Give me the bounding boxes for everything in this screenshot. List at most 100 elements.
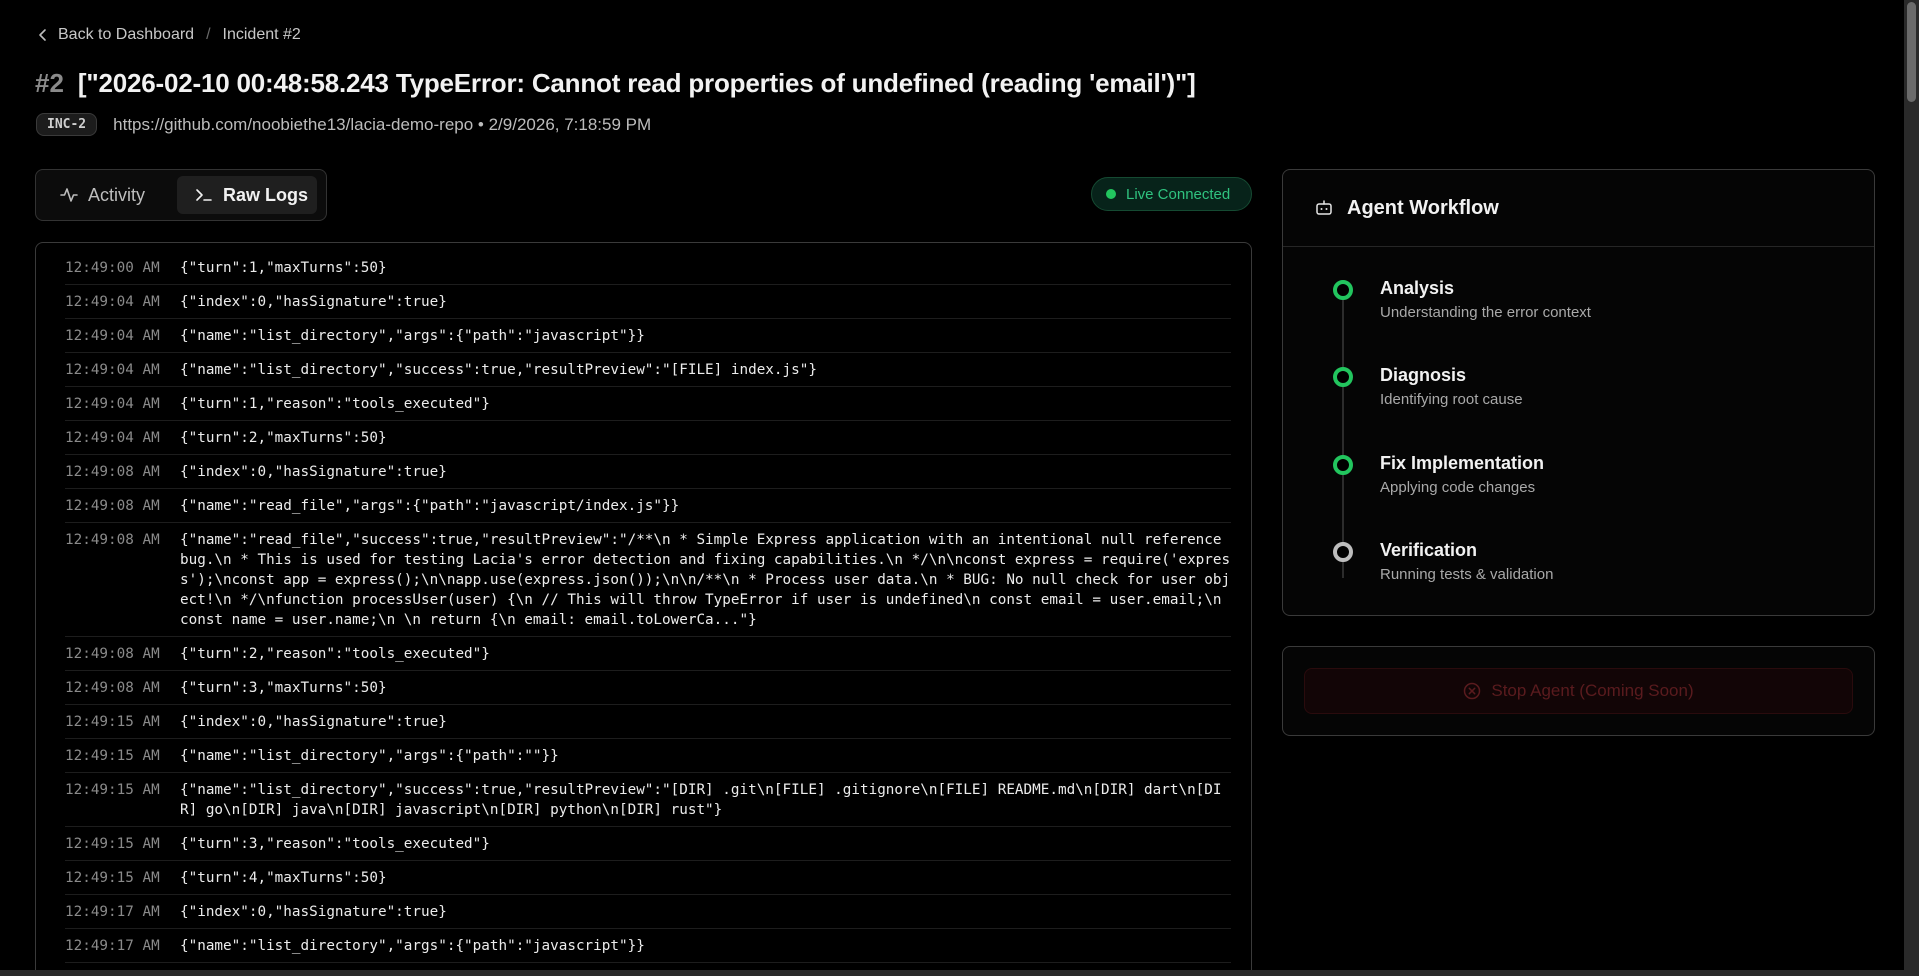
log-timestamp: 12:49:04 AM: [65, 362, 160, 378]
connection-status-label: Live Connected: [1126, 185, 1231, 203]
agent-workflow-header: Agent Workflow: [1283, 170, 1874, 247]
log-timestamp: 12:49:17 AM: [65, 904, 160, 920]
back-to-dashboard-link[interactable]: Back to Dashboard: [58, 26, 194, 44]
log-message: {"index":0,"hasSignature":true}: [180, 294, 447, 310]
status-dot-icon: [1106, 189, 1116, 199]
log-row: 12:49:17 AM {"name":"list_directory","arg…: [65, 929, 1231, 963]
bot-icon: [1316, 200, 1332, 215]
log-row: 12:49:04 AM {"index":0,"hasSignature":tru…: [65, 285, 1231, 319]
log-message: {"turn":4,"maxTurns":50}: [180, 870, 387, 886]
step-title: Analysis: [1380, 278, 1455, 298]
stop-agent-label: Stop Agent (Coming Soon): [1491, 681, 1694, 700]
view-tabs: Activity Raw Logs: [35, 169, 327, 221]
incident-meta: INC-2 https://github.com/noobiethe13/lac…: [36, 113, 651, 136]
log-message: {"turn":3,"reason":"tools_executed"}: [180, 836, 490, 852]
log-timestamp: 12:49:04 AM: [65, 328, 160, 344]
log-row: 12:49:08 AM {"index":0,"hasSignature":tru…: [65, 455, 1231, 489]
tab-raw-logs[interactable]: Raw Logs: [177, 176, 317, 214]
log-timestamp: 12:49:08 AM: [65, 680, 160, 696]
log-timestamp: 12:49:15 AM: [65, 782, 160, 798]
log-timestamp: 12:49:08 AM: [65, 498, 160, 514]
log-timestamp: 12:49:15 AM: [65, 714, 160, 730]
step-title: Verification: [1380, 540, 1478, 560]
terminal-icon: [196, 189, 212, 201]
log-row: 12:49:15 AM {"index":0,"hasSignature":tru…: [65, 705, 1231, 739]
log-message: {"name":"list_directory","args":{"path":…: [180, 748, 559, 764]
log-message: {"turn":2,"maxTurns":50}: [180, 430, 387, 446]
incident-number: #2: [35, 68, 64, 98]
log-message: {"name":"read_file","success":true,"resu…: [180, 532, 1231, 628]
log-timestamp: 12:49:15 AM: [65, 748, 160, 764]
step-title: Fix Implementation: [1380, 453, 1545, 473]
step-complete-icon: [1333, 367, 1353, 387]
step-pending-icon: [1333, 542, 1353, 562]
step-subtitle: Applying code changes: [1380, 479, 1536, 496]
x-circle-icon: [1464, 682, 1481, 700]
log-message: {"index":0,"hasSignature":true}: [180, 904, 447, 920]
page-title: #2 ["2026-02-10 00:48:58.243 TypeError: …: [35, 68, 1196, 99]
log-timestamp: 12:49:08 AM: [65, 532, 160, 548]
incident-title: ["2026-02-10 00:48:58.243 TypeError: Can…: [77, 68, 1196, 98]
log-message: {"name":"list_directory","success":true,…: [180, 782, 1222, 818]
stop-agent-button[interactable]: Stop Agent (Coming Soon): [1304, 668, 1853, 714]
step-title: Diagnosis: [1380, 365, 1467, 385]
breadcrumb: Back to Dashboard / Incident #2: [36, 26, 301, 44]
log-timestamp: 12:49:17 AM: [65, 938, 160, 954]
log-list: 12:49:00 AM {"turn":1,"maxTurns":50} 12:49…: [65, 251, 1231, 976]
log-row: 12:49:17 AM {"index":0,"hasSignature":tru…: [65, 895, 1231, 929]
log-timestamp: 12:49:15 AM: [65, 836, 160, 852]
log-row: 12:49:04 AM {"turn":2,"maxTurns":50}: [65, 421, 1231, 455]
log-message: {"turn":1,"maxTurns":50}: [180, 260, 387, 276]
log-message: {"name":"read_file","args":{"path":"java…: [180, 498, 680, 514]
log-row: 12:49:04 AM {"name":"list_directory","arg…: [65, 319, 1231, 353]
activity-icon: [60, 188, 78, 202]
log-row: 12:49:00 AM {"turn":1,"maxTurns":50}: [65, 251, 1231, 285]
incident-id-badge: INC-2: [36, 113, 98, 136]
log-message: {"turn":1,"reason":"tools_executed"}: [180, 396, 490, 412]
incident-meta-text: https://github.com/noobiethe13/lacia-dem…: [113, 114, 652, 134]
breadcrumb-separator: /: [206, 26, 211, 43]
timeline-line: [1342, 286, 1344, 578]
incident-page: Back to Dashboard / Incident #2 #2 ["202…: [0, 0, 1904, 976]
log-message: {"name":"list_directory","success":true,…: [180, 362, 817, 378]
log-message: {"index":0,"hasSignature":true}: [180, 464, 447, 480]
scrollbar-thumb[interactable]: [1907, 2, 1916, 102]
connection-status-badge: Live Connected: [1091, 177, 1252, 211]
log-row: 12:49:08 AM {"name":"read_file","args":{"…: [65, 489, 1231, 523]
step-subtitle: Running tests & validation: [1380, 566, 1554, 583]
breadcrumb-current: Incident #2: [222, 26, 301, 43]
window-bottom-edge: [0, 970, 1904, 976]
log-message: {"turn":2,"reason":"tools_executed"}: [180, 646, 490, 662]
log-row: 12:49:15 AM {"turn":3,"reason":"tools_exe…: [65, 827, 1231, 861]
raw-logs-panel[interactable]: 12:49:00 AM {"turn":1,"maxTurns":50} 12:49…: [35, 242, 1252, 976]
log-row: 12:49:08 AM {"turn":3,"maxTurns":50}: [65, 671, 1231, 705]
log-row: 12:49:04 AM {"turn":1,"reason":"tools_exe…: [65, 387, 1231, 421]
step-subtitle: Understanding the error context: [1380, 304, 1591, 321]
log-timestamp: 12:49:15 AM: [65, 870, 160, 886]
log-row: 12:49:04 AM {"name":"list_directory","suc…: [65, 353, 1231, 387]
log-timestamp: 12:49:00 AM: [65, 260, 160, 276]
step-complete-icon: [1333, 280, 1353, 300]
log-timestamp: 12:49:04 AM: [65, 430, 160, 446]
log-message: {"turn":3,"maxTurns":50}: [180, 680, 387, 696]
log-timestamp: 12:49:04 AM: [65, 396, 160, 412]
log-row: 12:49:08 AM {"name":"read_file","success"…: [65, 523, 1231, 637]
log-row: 12:49:15 AM {"turn":4,"maxTurns":50}: [65, 861, 1231, 895]
log-timestamp: 12:49:04 AM: [65, 294, 160, 310]
log-timestamp: 12:49:08 AM: [65, 646, 160, 662]
log-row: 12:49:15 AM {"name":"list_directory","suc…: [65, 773, 1231, 827]
page-scrollbar[interactable]: [1904, 0, 1919, 976]
step-complete-icon: [1333, 455, 1353, 475]
log-message: {"index":0,"hasSignature":true}: [180, 714, 447, 730]
log-timestamp: 12:49:08 AM: [65, 464, 160, 480]
log-message: {"name":"list_directory","args":{"path":…: [180, 938, 645, 954]
agent-workflow-title: Agent Workflow: [1347, 196, 1499, 219]
log-row: 12:49:15 AM {"name":"list_directory","arg…: [65, 739, 1231, 773]
log-row: 12:49:08 AM {"turn":2,"reason":"tools_exe…: [65, 637, 1231, 671]
chevron-left-icon: [39, 29, 46, 41]
tab-activity-label: Activity: [88, 184, 146, 205]
tab-raw-logs-label: Raw Logs: [223, 184, 309, 205]
agent-controls-card: Stop Agent (Coming Soon): [1282, 646, 1875, 736]
log-message: {"name":"list_directory","args":{"path":…: [180, 328, 645, 344]
step-subtitle: Identifying root cause: [1380, 391, 1523, 408]
